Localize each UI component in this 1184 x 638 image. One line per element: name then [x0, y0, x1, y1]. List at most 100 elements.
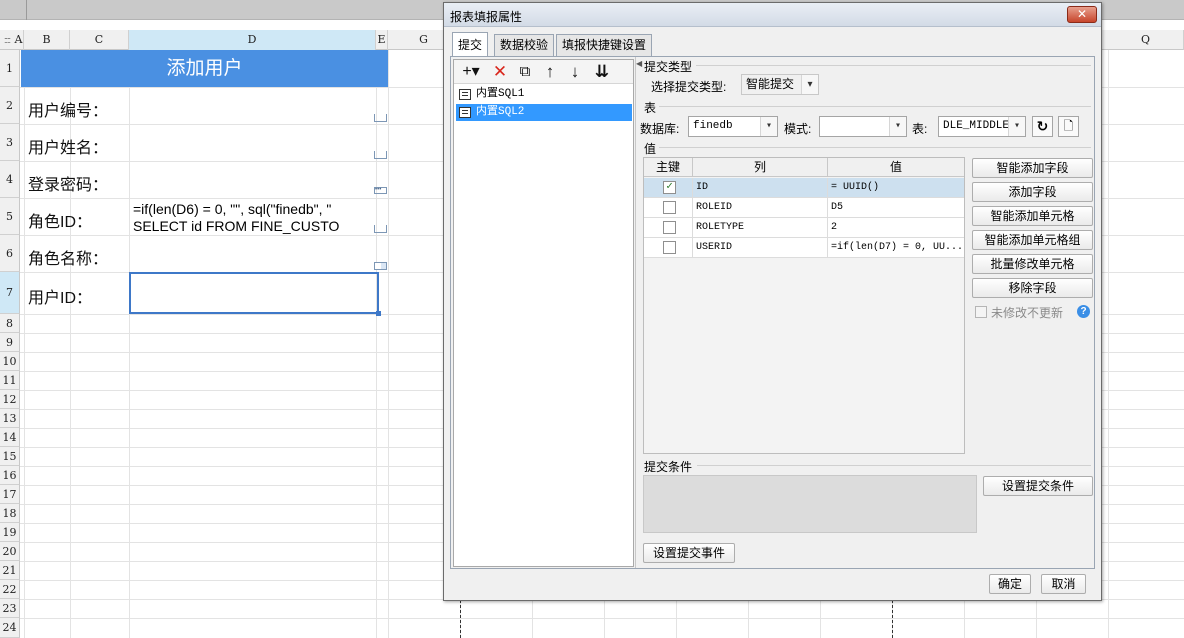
database-select[interactable]: finedb ▾ — [688, 116, 778, 137]
panel-splitter[interactable] — [635, 57, 636, 568]
row-header-13[interactable]: 13 — [0, 409, 20, 428]
row-header-24[interactable]: 24 — [0, 618, 20, 638]
row-header-10[interactable]: 10 — [0, 352, 20, 371]
tab-submit[interactable]: 提交 — [452, 32, 489, 57]
row-header-9[interactable]: 9 — [0, 333, 20, 352]
remove-field-button[interactable]: 移除字段 — [972, 278, 1093, 298]
sql-item-2[interactable]: 内置SQL2 — [456, 104, 632, 121]
value-cell[interactable]: = UUID() — [828, 178, 964, 198]
fill-handle[interactable] — [376, 311, 381, 316]
cancel-button[interactable]: 取消 — [1041, 574, 1086, 594]
smart-add-cells-button[interactable]: 智能添加单元格 — [972, 206, 1093, 226]
row-header-11[interactable]: 11 — [0, 371, 20, 390]
row-header-22[interactable]: 22 — [0, 580, 20, 599]
row-header-15[interactable]: 15 — [0, 447, 20, 466]
help-icon[interactable]: ? — [1077, 305, 1090, 318]
preview-icon[interactable]: 🗋 — [1058, 116, 1079, 137]
table-row[interactable]: USERID =if(len(D7) = 0, UU... — [644, 238, 964, 258]
role-id-formula-cell[interactable]: =if(len(D6) = 0, "", sql("finedb", " SEL… — [133, 201, 383, 235]
header-column[interactable]: 列 — [693, 158, 828, 177]
table-row[interactable]: ROLETYPE 2 — [644, 218, 964, 238]
value-cell[interactable]: D5 — [828, 198, 964, 218]
column-cell[interactable]: ROLETYPE — [693, 218, 828, 238]
collapse-left-icon[interactable]: ◀ — [636, 59, 642, 68]
page-break-line — [892, 600, 893, 638]
row-header-21[interactable]: 21 — [0, 561, 20, 580]
row-header-1[interactable]: 1 — [0, 50, 20, 87]
submit-type-select[interactable]: 智能提交 ▾ — [741, 74, 819, 95]
schema-select[interactable]: ▾ — [819, 116, 907, 137]
tab-shortcut-settings[interactable]: 填报快捷键设置 — [556, 34, 653, 56]
row-header-6[interactable]: 6 — [0, 235, 20, 272]
label-user-name[interactable]: 用户姓名： — [28, 134, 108, 158]
row-header-12[interactable]: 12 — [0, 390, 20, 409]
column-header-b[interactable]: B — [24, 30, 70, 50]
close-button[interactable]: ✕ — [1067, 6, 1097, 23]
move-bottom-icon[interactable]: ⇊ — [593, 62, 611, 82]
primary-key-checkbox[interactable] — [663, 241, 676, 254]
row-header-23[interactable]: 23 — [0, 599, 20, 618]
column-header-a[interactable]: A — [14, 30, 24, 50]
row-header-5[interactable]: 5 — [0, 198, 20, 235]
row-header-8[interactable]: 8 — [0, 314, 20, 333]
header-primary-key[interactable]: 主键 — [644, 158, 693, 177]
copy-icon[interactable]: ⧉ — [515, 62, 535, 82]
row-header-3[interactable]: 3 — [0, 124, 20, 161]
primary-key-checkbox[interactable]: ✓ — [663, 181, 676, 194]
label-role-name[interactable]: 角色名称： — [28, 245, 108, 269]
column-header-c[interactable]: C — [70, 30, 129, 50]
row-header-16[interactable]: 16 — [0, 466, 20, 485]
column-cell[interactable]: ROLEID — [693, 198, 828, 218]
smart-add-fields-button[interactable]: 智能添加字段 — [972, 158, 1093, 178]
set-submit-condition-button[interactable]: 设置提交条件 — [983, 476, 1093, 496]
primary-key-cell[interactable]: ✓ — [644, 178, 693, 198]
row-header-18[interactable]: 18 — [0, 504, 20, 523]
primary-key-checkbox[interactable] — [663, 221, 676, 234]
label-user-number[interactable]: 用户编号： — [28, 97, 108, 121]
refresh-icon[interactable]: ↻ — [1032, 116, 1053, 137]
sql-item-1[interactable]: 内置SQL1 — [456, 86, 632, 103]
active-cell-d7[interactable] — [129, 272, 381, 316]
add-icon[interactable]: +▾ — [458, 62, 484, 82]
dialog-titlebar[interactable]: 报表填报属性 ✕ — [444, 3, 1101, 27]
unmodified-no-update-checkbox[interactable] — [975, 306, 987, 318]
row-header-14[interactable]: 14 — [0, 428, 20, 447]
row-header-2[interactable]: 2 — [0, 87, 20, 124]
ok-button[interactable]: 确定 — [989, 574, 1031, 594]
add-field-button[interactable]: 添加字段 — [972, 182, 1093, 202]
label-password[interactable]: 登录密码： — [28, 171, 108, 195]
column-header-e[interactable]: E — [376, 30, 388, 50]
value-cell[interactable]: =if(len(D7) = 0, UU... — [828, 238, 964, 258]
column-header-d[interactable]: D — [129, 30, 376, 50]
table-select[interactable]: DLE_MIDDLE ▾ — [938, 116, 1026, 137]
primary-key-cell[interactable] — [644, 238, 693, 258]
tab-data-validation[interactable]: 数据校验 — [494, 34, 555, 56]
row-header-20[interactable]: 20 — [0, 542, 20, 561]
primary-key-cell[interactable] — [644, 198, 693, 218]
column-header-q[interactable]: Q — [1108, 30, 1184, 50]
table-row[interactable]: ROLEID D5 — [644, 198, 964, 218]
primary-key-checkbox[interactable] — [663, 201, 676, 214]
form-title-cell[interactable]: 添加用户 — [21, 50, 388, 87]
column-cell[interactable]: ID — [693, 178, 828, 198]
row-header-7[interactable]: 7 — [0, 272, 20, 314]
column-cell[interactable]: USERID — [693, 238, 828, 258]
batch-modify-cells-button[interactable]: 批量修改单元格 — [972, 254, 1093, 274]
primary-key-cell[interactable] — [644, 218, 693, 238]
select-all-corner[interactable]: :::: — [0, 30, 14, 50]
move-up-icon[interactable]: ↑ — [542, 62, 558, 82]
delete-icon[interactable]: ✕ — [490, 62, 510, 82]
smart-add-cell-group-button[interactable]: 智能添加单元格组 — [972, 230, 1093, 250]
header-value[interactable]: 值 — [828, 158, 964, 177]
row-header-4[interactable]: 4 — [0, 161, 20, 198]
label-user-id[interactable]: 用户ID： — [28, 284, 92, 308]
set-submit-event-button[interactable]: 设置提交事件 — [643, 543, 735, 563]
move-down-icon[interactable]: ↓ — [567, 62, 583, 82]
row-header-17[interactable]: 17 — [0, 485, 20, 504]
row-header-19[interactable]: 19 — [0, 523, 20, 542]
table-row[interactable]: ✓ ID = UUID() — [644, 178, 964, 198]
label-role-id[interactable]: 角色ID： — [28, 208, 92, 232]
table-icon — [459, 89, 471, 100]
password-widget-icon: ••• — [374, 187, 387, 194]
value-cell[interactable]: 2 — [828, 218, 964, 238]
